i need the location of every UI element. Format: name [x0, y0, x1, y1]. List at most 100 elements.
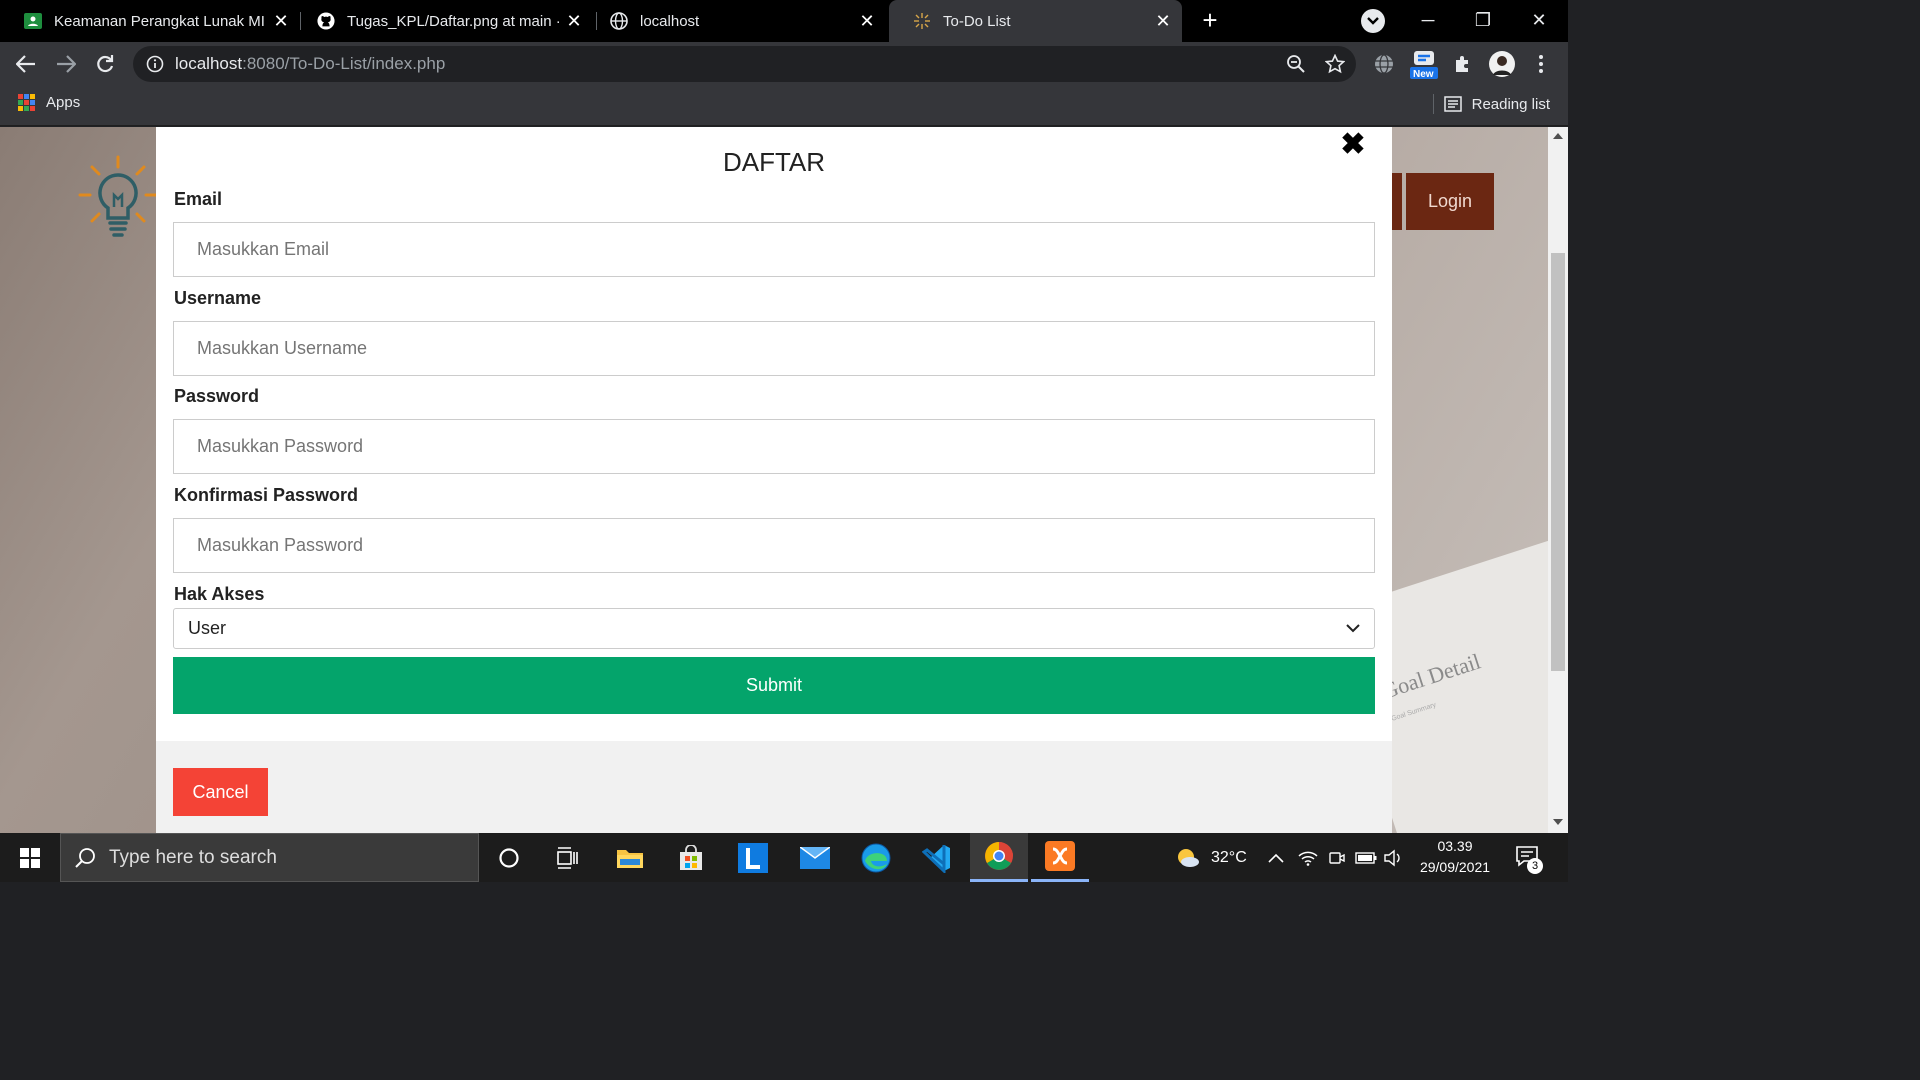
- taskbar-search-placeholder: Type here to search: [109, 846, 277, 868]
- bg-paper-title: Goal Detail: [1378, 648, 1484, 704]
- chrome-icon: [985, 842, 1013, 870]
- close-tab-icon[interactable]: ✕: [854, 8, 880, 34]
- minimize-button[interactable]: ─: [1413, 6, 1443, 34]
- edge-button[interactable]: [847, 833, 905, 882]
- cancel-button[interactable]: Cancel: [173, 768, 268, 816]
- bg-paper-subtitle: Goal Summary: [1390, 701, 1438, 723]
- modal-title: DAFTAR: [722, 147, 826, 177]
- password-field[interactable]: [173, 419, 1375, 474]
- reading-list-button[interactable]: Reading list: [1432, 94, 1550, 114]
- browser-toolbar: localhost:8080/To-Do-List/index.php: [0, 42, 1568, 86]
- chevron-down-icon: [1346, 624, 1360, 633]
- vpn-extension-icon[interactable]: [1370, 48, 1398, 80]
- xampp-button[interactable]: [1031, 833, 1089, 882]
- puzzle-icon[interactable]: [1449, 48, 1477, 80]
- url-text: localhost:8080/To-Do-List/index.php: [175, 54, 445, 74]
- arrow-right-icon: [57, 55, 76, 73]
- email-field[interactable]: [173, 222, 1375, 277]
- github-icon: [317, 12, 335, 30]
- taskbar-clock[interactable]: 03.39 29/09/2021: [1405, 836, 1505, 878]
- wifi-icon[interactable]: [1298, 833, 1318, 882]
- file-explorer-button[interactable]: [601, 833, 659, 882]
- cortana-circle-icon: [499, 847, 519, 868]
- info-icon[interactable]: [145, 54, 165, 74]
- reading-list-label: Reading list: [1471, 95, 1550, 113]
- restore-button[interactable]: ❐: [1468, 6, 1498, 34]
- tab-strip: Keamanan Perangkat Lunak MI 2021 ✕ Tugas…: [0, 0, 1568, 42]
- globe-icon: [610, 12, 628, 30]
- cortana-button[interactable]: [480, 833, 538, 882]
- scroll-up-icon[interactable]: [1553, 133, 1563, 139]
- avatar[interactable]: [1488, 48, 1516, 80]
- new-extension-icon[interactable]: New: [1408, 48, 1440, 80]
- notification-center-button[interactable]: 3: [1515, 845, 1543, 874]
- weather-temperature: 32°C: [1211, 848, 1247, 866]
- url-host: localhost: [175, 54, 243, 73]
- scrollbar-thumb[interactable]: [1551, 253, 1565, 671]
- access-label: Hak Akses: [174, 584, 265, 604]
- menu-dots-icon[interactable]: [1527, 48, 1555, 80]
- store-bag-icon: [680, 844, 702, 870]
- extension-badge: New: [1413, 69, 1434, 80]
- login-button[interactable]: Login: [1406, 173, 1494, 230]
- confirm-password-field[interactable]: [173, 518, 1375, 573]
- tab-classroom[interactable]: Keamanan Perangkat Lunak MI 2021 ✕: [0, 0, 300, 42]
- register-modal: ✖ DAFTAR Email Username Password Konfirm…: [156, 127, 1392, 833]
- tab-title: localhost: [640, 12, 700, 30]
- apps-bookmark[interactable]: Apps: [18, 94, 80, 111]
- zoom-icon[interactable]: [1284, 52, 1308, 76]
- close-tab-icon[interactable]: ✕: [268, 8, 294, 34]
- clock-date: 29/09/2021: [1419, 859, 1491, 875]
- tab-title: Keamanan Perangkat Lunak MI 2021: [54, 12, 268, 30]
- new-tab-button[interactable]: +: [1196, 5, 1224, 35]
- tab-todo-list[interactable]: To-Do List ✕: [889, 0, 1182, 42]
- notification-badge: 3: [1527, 858, 1543, 874]
- submit-button[interactable]: Submit: [173, 657, 1375, 714]
- start-button[interactable]: [0, 833, 60, 882]
- xampp-icon: [1045, 841, 1075, 871]
- classroom-icon: [24, 12, 42, 30]
- vscode-icon: [922, 844, 950, 873]
- access-select[interactable]: User: [173, 608, 1375, 649]
- l-app-icon: [738, 842, 768, 873]
- access-selected-value: User: [188, 618, 227, 638]
- address-bar[interactable]: localhost:8080/To-Do-List/index.php: [133, 46, 1356, 82]
- folder-icon: [617, 849, 643, 868]
- tab-title: Tugas_KPL/Daftar.png at main · k: [347, 12, 561, 30]
- page-scrollbar[interactable]: [1548, 127, 1568, 833]
- tab-search-button[interactable]: [1361, 9, 1385, 33]
- chevron-down-icon: [1367, 17, 1379, 25]
- reload-button[interactable]: [89, 48, 121, 80]
- reading-list-icon: [1443, 96, 1462, 112]
- l-app-button[interactable]: [724, 833, 782, 882]
- meet-now-icon[interactable]: [1328, 833, 1346, 882]
- vscode-button[interactable]: [908, 833, 966, 882]
- chrome-button[interactable]: [970, 833, 1028, 882]
- tab-github[interactable]: Tugas_KPL/Daftar.png at main · k ✕: [293, 0, 593, 42]
- close-tab-icon[interactable]: ✕: [1150, 8, 1176, 34]
- register-button-edge[interactable]: [1392, 173, 1402, 230]
- divider: [1432, 94, 1434, 114]
- star-icon[interactable]: [1323, 52, 1347, 76]
- store-button[interactable]: [662, 833, 720, 882]
- volume-icon[interactable]: [1383, 833, 1403, 882]
- forward-button[interactable]: [50, 48, 82, 80]
- taskbar: Type here to search 32°C 03.39 29/09/202…: [0, 833, 1568, 882]
- weather-widget[interactable]: 32°C: [1175, 833, 1247, 882]
- arrow-left-icon: [16, 55, 35, 73]
- close-tab-icon[interactable]: ✕: [561, 8, 587, 34]
- tab-localhost[interactable]: localhost ✕: [586, 0, 886, 42]
- task-view-button[interactable]: [539, 833, 597, 882]
- bookmarks-bar: Apps Reading list: [0, 86, 1568, 126]
- url-path: :8080/To-Do-List/index.php: [242, 54, 446, 73]
- username-field[interactable]: [173, 321, 1375, 376]
- tray-chevron-up-icon[interactable]: [1268, 833, 1284, 882]
- taskbar-search-box[interactable]: Type here to search: [60, 833, 479, 882]
- close-window-button[interactable]: ✕: [1524, 6, 1554, 34]
- clock-time: 03.39: [1437, 838, 1473, 854]
- search-icon: [75, 847, 95, 868]
- scroll-down-icon[interactable]: [1553, 819, 1563, 825]
- mail-button[interactable]: [786, 833, 844, 882]
- back-button[interactable]: [10, 48, 42, 80]
- battery-icon[interactable]: [1355, 833, 1377, 882]
